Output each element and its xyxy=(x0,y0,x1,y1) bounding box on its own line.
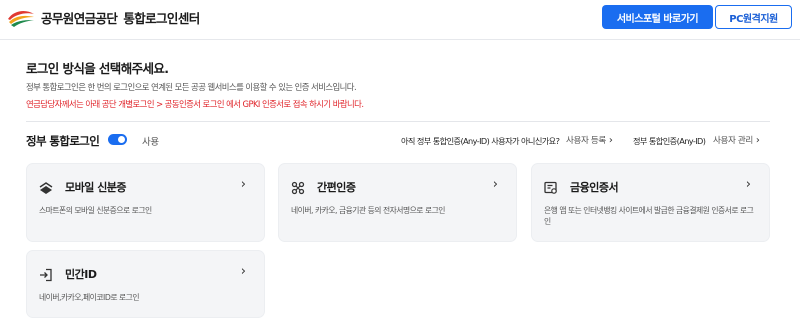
org-name: 공무원연금공단 xyxy=(41,10,118,26)
card-title: 모바일 신분증 xyxy=(65,181,127,194)
notice-text: 연금담당자께서는 아래 공단 개별로그인 > 공동인증서 로그인 에서 GPKI… xyxy=(26,99,364,109)
register-user-label: 사용자 등록 xyxy=(566,136,606,146)
chevron-right-icon: › xyxy=(240,264,246,279)
login-card-private-id[interactable]: 민간ID › 네이버,카카오,페이코ID로 로그인 xyxy=(26,250,265,318)
service-portal-button[interactable]: 서비스포털 바로가기 xyxy=(602,5,713,29)
login-arrow-icon xyxy=(40,268,52,282)
simple-auth-icon xyxy=(291,181,305,195)
card-title: 금융인증서 xyxy=(570,181,619,194)
integrated-login-title: 정부 통합로그인 xyxy=(26,134,100,148)
chevron-right-icon: › xyxy=(755,135,760,146)
register-user-link[interactable]: 사용자 등록 › xyxy=(566,134,613,146)
manage-user-link[interactable]: 사용자 관리 › xyxy=(713,134,760,146)
login-card-simple-auth[interactable]: 간편인증 › 네이버, 카카오, 금융기관 등의 전자서명으로 로그인 xyxy=(278,163,517,242)
manage-user-label: 사용자 관리 xyxy=(713,136,753,146)
card-description: 네이버,카카오,페이코ID로 로그인 xyxy=(39,293,140,302)
anyid-label: 정부 통합인증(Any-ID) xyxy=(633,136,706,146)
chevron-right-icon: › xyxy=(240,177,246,192)
card-title: 민간ID xyxy=(65,268,97,281)
page-title: 로그인 방식을 선택해주세요. xyxy=(26,61,169,76)
anyid-question: 아직 정부 통합인증(Any-ID) 사용자가 아니신가요? xyxy=(401,136,560,146)
toggle-label: 사용 xyxy=(142,137,159,148)
section-divider xyxy=(26,121,770,122)
mobile-id-card-icon xyxy=(39,182,53,194)
card-description: 스마트폰의 모바일 신분증으로 로그인 xyxy=(39,206,152,215)
org-emblem-icon xyxy=(8,11,34,27)
financial-certificate-icon xyxy=(544,181,557,194)
card-description: 은행 앱 또는 인터넷뱅킹 사이트에서 발급한 금융결제원 인증서로 로그인 xyxy=(544,206,754,226)
login-card-mobile-id[interactable]: 모바일 신분증 › 스마트폰의 모바일 신분증으로 로그인 xyxy=(26,163,265,242)
chevron-right-icon: › xyxy=(745,177,751,192)
chevron-right-icon: › xyxy=(608,135,613,146)
card-description: 네이버, 카카오, 금융기관 등의 전자서명으로 로그인 xyxy=(291,206,445,215)
page-description: 정부 통합로그인은 한 번의 로그인으로 연계된 모든 공공 웹서비스를 이용할… xyxy=(26,82,357,92)
chevron-right-icon: › xyxy=(492,177,498,192)
top-header: 공무원연금공단 통합로그인센터 서비스포털 바로가기 PC원격지원 xyxy=(0,0,800,40)
pc-remote-support-button[interactable]: PC원격지원 xyxy=(715,5,792,29)
integrated-login-toggle[interactable] xyxy=(108,134,127,145)
org-logo[interactable]: 공무원연금공단 통합로그인센터 xyxy=(6,6,200,28)
login-card-financial-certificate[interactable]: 금융인증서 › 은행 앱 또는 인터넷뱅킹 사이트에서 발급한 금융결제원 인증… xyxy=(531,163,770,242)
card-title: 간편인증 xyxy=(317,181,356,194)
center-name: 통합로그인센터 xyxy=(123,10,200,26)
